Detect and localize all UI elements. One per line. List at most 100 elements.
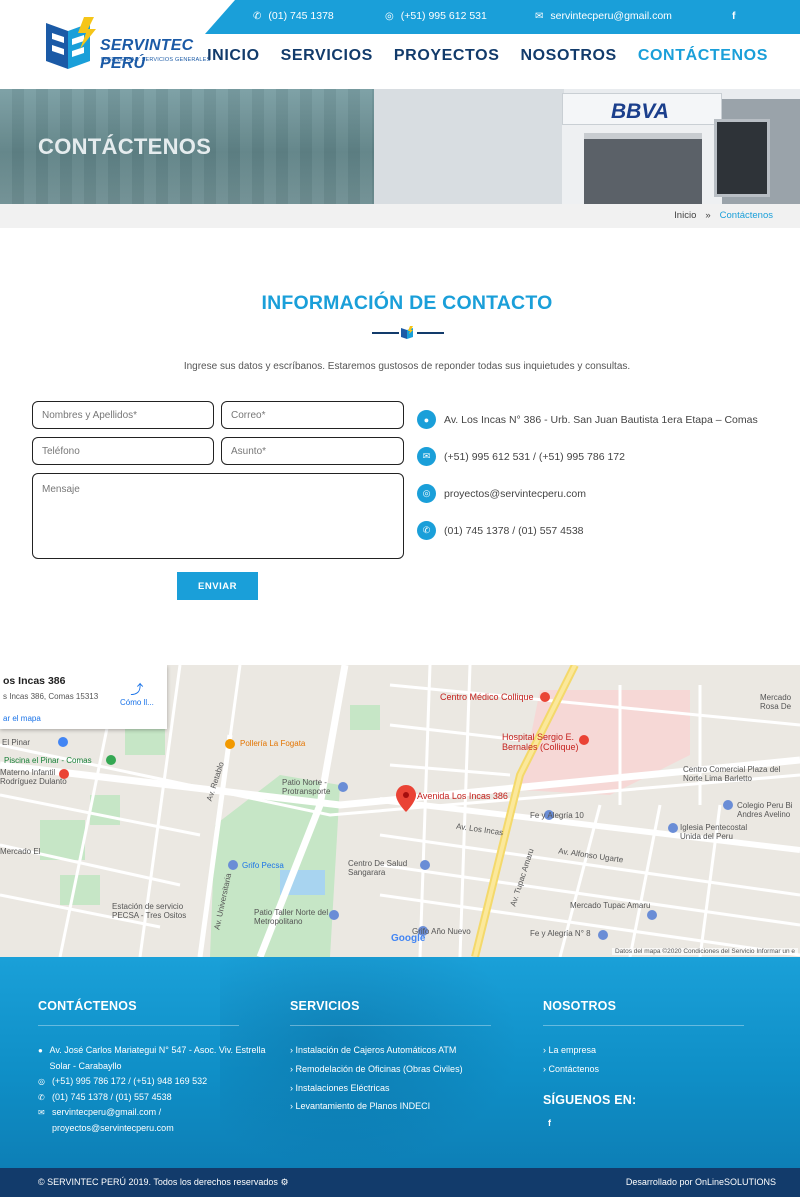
map-label: Mercado Rosa De [760,693,792,711]
location-map[interactable]: os Incas 386 s Incas 386, Comas 15313 ar… [0,665,800,957]
footer-service-link[interactable]: › Remodelación de Oficinas (Obras Civile… [290,1064,463,1074]
developer-credit[interactable]: Desarrollado por OnLineSOLUTIONS [626,1177,776,1187]
mail-icon: ✉ [535,10,544,22]
map-place-title: os Incas 386 [3,675,66,687]
nav-nosotros[interactable]: NOSOTROS [520,47,616,65]
footer-phone: (01) 745 1378 / (01) 557 4538 [52,1091,172,1102]
map-label: Centro De Salud Sangarara [348,859,408,877]
map-label: Centro Comercial Plaza del Norte Lima Ba… [683,765,781,783]
top-contact-bar: ✆ (01) 745 1378 ◎ (+51) 995 612 531 ✉ se… [205,0,800,34]
map-label: Pollería La Fogata [240,739,306,748]
breadcrumb-home[interactable]: Inicio [674,210,696,221]
title-divider [372,326,444,340]
footer-service-link[interactable]: › Instalación de Cajeros Automáticos ATM [290,1045,456,1055]
footer-about-label: Contáctenos [548,1064,600,1074]
map-label: Patio Taller Norte del Metropolitano [254,908,329,926]
footer-service-label: Instalación de Cajeros Automáticos ATM [295,1045,457,1055]
footer-whatsapp: (+51) 995 786 172 / (+51) 948 169 532 [52,1076,208,1086]
map-label: Colegio Peru Bi Andres Avelino [737,801,793,819]
nav-inicio[interactable]: INICIO [207,47,260,65]
footer-service-label: Remodelación de Oficinas (Obras Civiles) [295,1064,463,1074]
footer-follow-title: SÍGUENOS EN: [543,1093,637,1107]
nav-proyectos[interactable]: PROYECTOS [394,47,500,65]
directions-icon: ⤴ [130,682,144,697]
phone-field[interactable] [32,437,214,465]
map-enlarge-link[interactable]: ar el mapa [3,714,41,723]
location-icon: ● [38,1046,43,1055]
logo-mark-icon [46,17,96,69]
google-logo: Google [391,933,425,944]
map-label: Avenida Los Incas 386 [417,791,508,801]
topbar-whatsapp[interactable]: ◎ (+51) 995 612 531 [385,10,487,22]
map-attribution[interactable]: Datos del mapa ©2020 Condiciones del Ser… [611,948,798,955]
contact-phones: ✉ (+51) 995 612 531 / (+51) 995 786 172 [417,447,625,466]
contact-address: ● Av. Los Incas N° 386 - Urb. San Juan B… [417,410,758,429]
submit-button[interactable]: ENVIAR [177,572,258,600]
nav-contactenos[interactable]: CONTÁCTENOS [638,47,768,65]
email-field[interactable] [221,401,404,429]
site-logo[interactable]: SERVINTEC PERÚ INGENIERIA Y SERVICIOS GE… [44,17,214,75]
map-place-address: s Incas 386, Comas 15313 [3,692,99,701]
mail-icon: ✉ [38,1108,45,1117]
footer-service-label: Instalaciones Eléctricas [295,1083,390,1093]
map-label: Grifo Pecsa [242,861,284,870]
logo-mark-icon [401,326,413,339]
footer-service-label: Levantamiento de Planos INDECI [295,1101,431,1111]
google-logo-text: Google [391,933,426,944]
footer-bottom-bar: © SERVINTEC PERÚ 2019. Todos los derecho… [0,1168,800,1197]
map-place-card[interactable]: os Incas 386 s Incas 386, Comas 15313 ar… [0,665,167,729]
name-field[interactable] [32,401,214,429]
topbar-email[interactable]: ✉ servintecperu@gmail.com [535,10,672,22]
map-label: Centro Médico Collique [440,692,534,702]
whatsapp-icon: ◎ [385,10,394,22]
footer-contact-details: ● Av. José Carlos Mariategui N° 547 - As… [38,1043,268,1136]
map-label: Hospital Sergio E. Bernales (Collique) [502,732,579,752]
map-directions-label: Cómo ll... [120,698,154,707]
footer-service-link[interactable]: › Levantamiento de Planos INDECI [290,1101,430,1111]
phone-icon: ✆ [253,10,262,22]
map-label: Mercado Tupac Amaru [570,901,651,910]
contact-email[interactable]: ◎ proyectos@servintecperu.com [417,484,586,503]
phone-icon: ✆ [38,1092,45,1102]
whatsapp-icon: ◎ [38,1077,45,1086]
breadcrumb-separator: » [705,210,711,221]
contact-phones-text: (+51) 995 612 531 / (+51) 995 786 172 [444,450,625,463]
footer-service-link[interactable]: › Instalaciones Eléctricas [290,1083,390,1093]
map-label: Mercado El [0,847,41,856]
footer-about-link[interactable]: › La empresa [543,1045,596,1055]
subject-field[interactable] [221,437,404,465]
facebook-icon[interactable]: f [548,1118,551,1128]
map-label: Piscina el Pinar - Comas [4,756,92,765]
topbar-email-text: servintecperu@gmail.com [550,10,672,22]
contact-landline-text: (01) 745 1378 / (01) 557 4538 [444,524,584,537]
footer-about-link[interactable]: › Contáctenos [543,1064,599,1074]
map-label: Patio Norte - Protransporte [282,778,331,796]
contact-email-text: proyectos@servintecperu.com [444,487,586,500]
breadcrumb: Inicio » Contáctenos [0,204,800,228]
map-label: Iglesia Pentecostal Unida del Peru [680,823,748,841]
page-title: CONTÁCTENOS [38,134,212,159]
contact-intro: Ingrese sus datos y escríbanos. Estaremo… [183,361,631,372]
facebook-icon[interactable]: f [732,10,736,22]
topbar-phone-text: (01) 745 1378 [268,10,334,22]
footer-about-label: La empresa [548,1045,597,1055]
footer-email: servintecperu@gmail.com / proyectos@serv… [52,1107,174,1133]
topbar-phone[interactable]: ✆ (01) 745 1378 [253,10,334,22]
footer-services-title: SERVICIOS [290,999,360,1013]
map-label: Fe y Alegría N° 8 [530,929,591,938]
message-field[interactable] [32,473,404,559]
main-nav: INICIO SERVICIOS PROYECTOS NOSOTROS CONT… [186,47,768,65]
atm-sign-text: BBVA [611,100,669,123]
site-footer: CONTÁCTENOS ● Av. José Carlos Mariategui… [0,957,800,1168]
map-label: Estación de servicio PECSA - Tres Ositos [112,902,187,920]
topbar-whatsapp-text: (+51) 995 612 531 [400,10,487,22]
gear-icon: ⚙ [280,1177,289,1187]
mail-icon: ✉ [417,447,436,466]
map-directions-button[interactable]: ⤴ Cómo ll... [120,679,154,707]
contact-address-text: Av. Los Incas N° 386 - Urb. San Juan Bau… [444,413,758,426]
footer-address: Av. José Carlos Mariategui N° 547 - Asoc… [49,1045,266,1071]
map-label: El Pinar [2,738,31,747]
contact-landline: ✆ (01) 745 1378 / (01) 557 4538 [417,521,584,540]
nav-servicios[interactable]: SERVICIOS [281,47,373,65]
contact-section-title: INFORMACIÓN DE CONTACTO [261,292,553,314]
